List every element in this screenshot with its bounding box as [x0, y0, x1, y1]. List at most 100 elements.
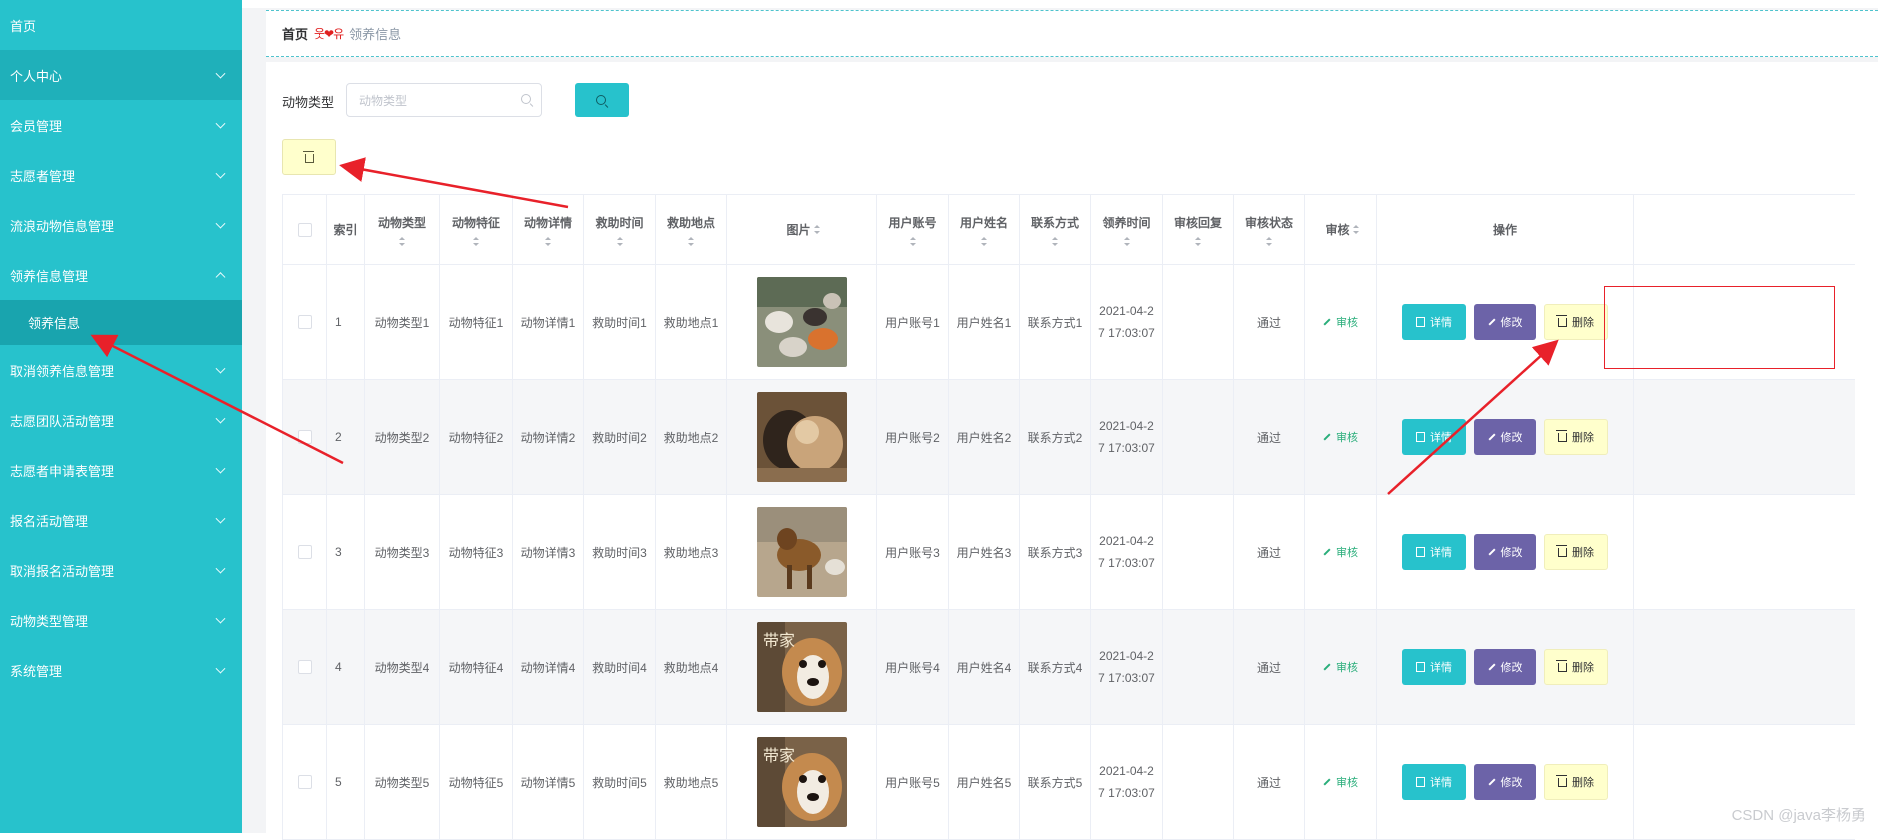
- detail-button[interactable]: 详情: [1402, 534, 1466, 570]
- audit-link[interactable]: 审核: [1323, 774, 1358, 790]
- detail-button[interactable]: 详情: [1402, 419, 1466, 455]
- sidebar-item[interactable]: 志愿者管理: [0, 150, 242, 200]
- trash-icon: [1556, 659, 1567, 672]
- search-field[interactable]: [346, 83, 542, 118]
- audit-link[interactable]: 审核: [1323, 544, 1358, 560]
- adoption-time-line: 7 17:03:07: [1098, 441, 1155, 455]
- adoption-time-text: 2021-04-2 7 17:03:07: [1098, 300, 1155, 344]
- detail-button[interactable]: 详情: [1402, 764, 1466, 800]
- row-checkbox[interactable]: [297, 775, 312, 789]
- batch-delete-button[interactable]: [282, 139, 336, 175]
- sidebar-subitem-adoption-info[interactable]: 领养信息: [0, 300, 242, 345]
- cell-text: 5: [335, 775, 342, 789]
- delete-button[interactable]: 删除: [1544, 764, 1608, 800]
- cell-text: 用户账号2: [885, 430, 940, 445]
- adoption-time-text: 2021-04-2 7 17:03:07: [1098, 645, 1155, 689]
- edit-icon: [1487, 663, 1496, 671]
- cell-text: 动物类型4: [374, 660, 430, 675]
- sidebar-item[interactable]: 流浪动物信息管理: [0, 200, 242, 250]
- row-checkbox[interactable]: [297, 430, 312, 444]
- cell-text: 用户账号5: [885, 775, 940, 790]
- edit-icon: [1323, 433, 1331, 441]
- name-cell: 用户姓名2: [949, 380, 1020, 494]
- contact-cell: 联系方式1: [1020, 265, 1091, 379]
- cell-text: 用户账号3: [885, 545, 940, 560]
- row-checkbox[interactable]: [297, 660, 312, 674]
- trash-icon: [303, 151, 314, 163]
- sidebar-item-label: 会员管理: [10, 118, 63, 134]
- delete-button[interactable]: 删除: [1544, 419, 1608, 455]
- trash-icon: [1556, 774, 1567, 787]
- audit-link[interactable]: 审核: [1323, 314, 1358, 330]
- rescue-time-cell: 救助时间3: [584, 495, 656, 609]
- adoption-time-line: 2021-04-2: [1099, 304, 1154, 318]
- cell-text: 用户姓名1: [956, 315, 1012, 330]
- edit-button[interactable]: 修改: [1474, 649, 1536, 685]
- column-header-label: 审核回复: [1173, 215, 1222, 230]
- feature-cell: 动物特征2: [440, 380, 513, 494]
- search-button[interactable]: [575, 83, 629, 117]
- document-icon: [1416, 432, 1425, 442]
- edit-button[interactable]: 修改: [1474, 764, 1536, 800]
- search-input[interactable]: [347, 84, 521, 118]
- adoption-time-line: 2021-04-2: [1099, 649, 1154, 663]
- sidebar-item-label: 志愿者申请表管理: [10, 463, 115, 479]
- edit-button-label: 修改: [1500, 662, 1523, 674]
- animal-photo-art: [756, 392, 847, 482]
- sidebar-item[interactable]: 首页: [0, 0, 242, 50]
- row-checkbox[interactable]: [297, 315, 312, 329]
- audit-cell: 审核: [1305, 265, 1377, 379]
- detail-button[interactable]: 详情: [1402, 649, 1466, 685]
- sidebar-item[interactable]: 个人中心: [0, 50, 242, 100]
- edit-button-label: 修改: [1500, 432, 1523, 444]
- adoption-time-line: 7 17:03:07: [1098, 556, 1155, 570]
- cell-text: 救助时间5: [592, 775, 647, 790]
- select-all-cell[interactable]: [282, 195, 327, 264]
- image-cell: [727, 495, 877, 609]
- adoption-time-line: 7 17:03:07: [1098, 326, 1155, 340]
- audit-link[interactable]: 审核: [1323, 429, 1358, 445]
- type-cell: 动物类型3: [365, 495, 440, 609]
- cell-text: 救助地点2: [663, 430, 719, 445]
- delete-button[interactable]: 删除: [1544, 304, 1608, 340]
- row-checkbox[interactable]: [297, 545, 312, 559]
- edit-icon: [1487, 433, 1496, 441]
- edit-button[interactable]: 修改: [1474, 419, 1536, 455]
- sidebar: 首页个人中心会员管理志愿者管理 流浪动物信息管理 领养信息管理 领养信息 取消领养信息管…: [0, 0, 242, 833]
- cell-text: 用户姓名3: [956, 545, 1012, 560]
- account-cell: 用户账号5: [877, 725, 949, 839]
- sidebar-item[interactable]: 报名活动管理: [0, 495, 242, 545]
- delete-button[interactable]: 删除: [1544, 534, 1608, 570]
- sidebar-item[interactable]: 志愿者申请表管理: [0, 445, 242, 495]
- edit-button[interactable]: 修改: [1474, 534, 1536, 570]
- animal-photo: [756, 277, 847, 367]
- animal-photo: 带家: [756, 622, 847, 712]
- sidebar-item[interactable]: 取消领养信息管理: [0, 345, 242, 395]
- sidebar-item-label: 个人中心: [10, 68, 63, 84]
- rescue-time-cell: 救助时间5: [584, 725, 656, 839]
- breadcrumb-home[interactable]: 首页: [282, 24, 308, 43]
- sidebar-item[interactable]: 动物类型管理: [0, 595, 242, 645]
- audit-link[interactable]: 审核: [1323, 659, 1358, 675]
- contact-cell: 联系方式5: [1020, 725, 1091, 839]
- column-header-label: 索引: [333, 223, 358, 237]
- adoption-time-cell: 2021-04-2 7 17:03:07: [1091, 380, 1163, 494]
- breadcrumb-separator: 웃❤유: [314, 27, 344, 41]
- sidebar-item[interactable]: 系统管理: [0, 645, 242, 695]
- status-cell: 通过: [1234, 610, 1305, 724]
- sidebar-item[interactable]: 志愿团队活动管理: [0, 395, 242, 445]
- detail-button[interactable]: 详情: [1402, 304, 1466, 340]
- delete-button[interactable]: 删除: [1544, 649, 1608, 685]
- detail-button-label: 详情: [1430, 777, 1452, 789]
- sidebar-item[interactable]: 取消报名活动管理: [0, 545, 242, 595]
- select-all-checkbox[interactable]: [297, 222, 312, 237]
- edit-button[interactable]: 修改: [1474, 304, 1536, 340]
- row-select-cell: [282, 380, 327, 494]
- row-select-cell: [282, 495, 327, 609]
- audit-cell: 审核: [1305, 380, 1377, 494]
- cell-text: 动物特征3: [448, 545, 504, 560]
- sidebar-item[interactable]: 会员管理: [0, 100, 242, 150]
- adoption-time-line: 2021-04-2: [1099, 764, 1154, 778]
- reply-cell: [1163, 725, 1234, 839]
- sidebar-item[interactable]: 领养信息管理: [0, 250, 242, 300]
